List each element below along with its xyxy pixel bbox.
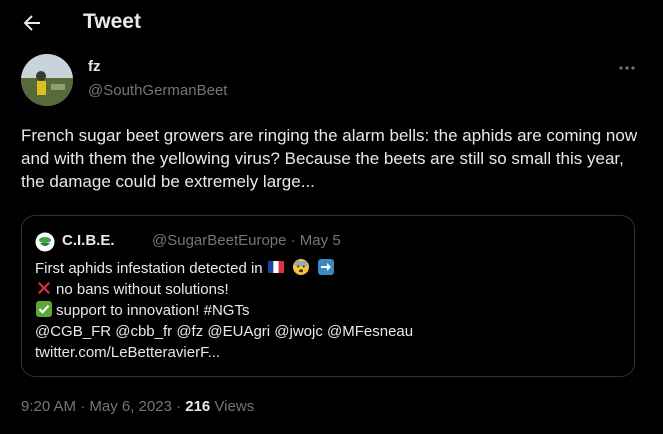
anxious-face-icon (292, 259, 309, 275)
france-flag-icon (267, 261, 284, 273)
more-dots-icon[interactable] (614, 58, 640, 78)
arrow-left-icon[interactable] (20, 11, 44, 35)
quote-mentions: @CGB_FR @cbb_fr @fz @EUAgri @jwojc @MFes… (35, 323, 414, 340)
quote-line-3-text: support to innovation! #NGTs (56, 302, 250, 319)
quote-line-1-text: First aphids infestation detected in (35, 260, 263, 277)
tweet-timestamp[interactable]: 9:20 AM · May 6, 2023 · (21, 398, 185, 415)
tweet-footer: 9:20 AM · May 6, 2023 · 216 Views (21, 398, 254, 415)
quote-line: First aphids infestation detected in (35, 258, 615, 279)
quote-line-2-text: no bans without solutions! (56, 281, 229, 298)
author-handle[interactable]: @SouthGermanBeet (88, 82, 227, 99)
top-bar: Tweet (0, 0, 663, 46)
quote-line: support to innovation! #NGTs (35, 300, 615, 321)
quoted-tweet[interactable]: C.I.B.E. @SugarBeetEurope · May 5 First … (21, 215, 635, 377)
quote-author-name: C.I.B.E. (62, 232, 115, 249)
green-check-icon (36, 301, 52, 317)
author-name[interactable]: fz (88, 58, 101, 75)
quote-line: no bans without solutions! (35, 279, 615, 300)
quote-body: First aphids infestation detected in no … (35, 258, 615, 363)
tweet-text: French sugar beet growers are ringing th… (21, 126, 638, 191)
views-count: 216 (185, 398, 211, 415)
page-title: Tweet (83, 10, 141, 33)
quote-author-meta: @SugarBeetEurope · May 5 (152, 232, 341, 249)
avatar-image (21, 54, 73, 106)
right-arrow-icon (318, 259, 335, 275)
red-cross-icon (38, 282, 50, 294)
quote-link: twitter.com/LeBetteravierF... (35, 344, 221, 361)
cibe-logo-icon (35, 232, 55, 252)
avatar[interactable] (21, 54, 73, 106)
views-label: Views (210, 398, 255, 415)
